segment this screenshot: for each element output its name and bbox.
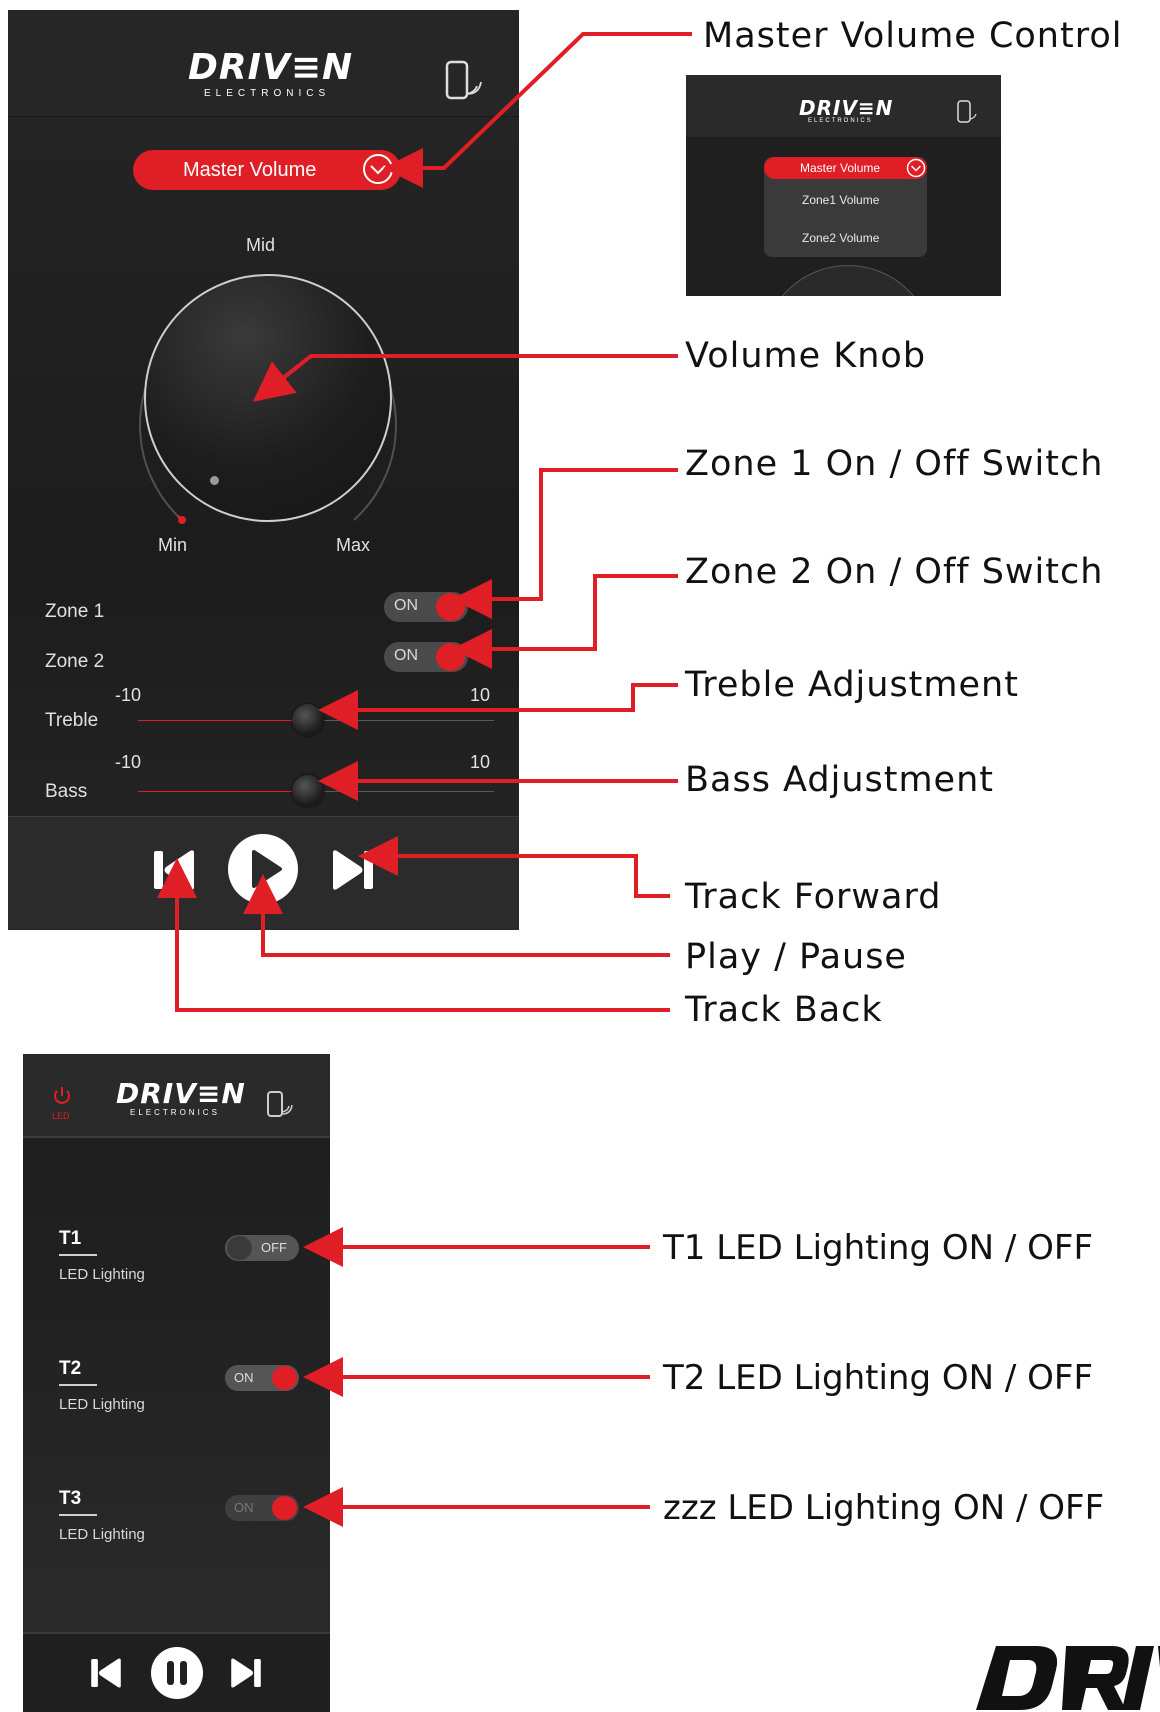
annotation-play-pause: Play / Pause bbox=[685, 937, 907, 977]
annotation-treble: Treble Adjustment bbox=[685, 665, 1019, 705]
corner-brand-logo bbox=[966, 1640, 1160, 1712]
annotation-zone1-switch: Zone 1 On / Off Switch bbox=[685, 444, 1104, 484]
annotation-track-back: Track Back bbox=[685, 990, 883, 1030]
annotation-bass: Bass Adjustment bbox=[685, 760, 994, 800]
annotation-track-forward: Track Forward bbox=[685, 877, 942, 917]
annotation-arrows bbox=[157, 32, 692, 1527]
annotation-master-volume-control: Master Volume Control bbox=[703, 16, 1123, 56]
annotation-t1-led: T1 LED Lighting ON / OFF bbox=[663, 1228, 1093, 1268]
annotation-volume-knob: Volume Knob bbox=[685, 336, 927, 376]
annotation-t3-led: zzz LED Lighting ON / OFF bbox=[663, 1488, 1105, 1528]
annotation-t2-led: T2 LED Lighting ON / OFF bbox=[663, 1358, 1093, 1398]
annotation-zone2-switch: Zone 2 On / Off Switch bbox=[685, 552, 1104, 592]
